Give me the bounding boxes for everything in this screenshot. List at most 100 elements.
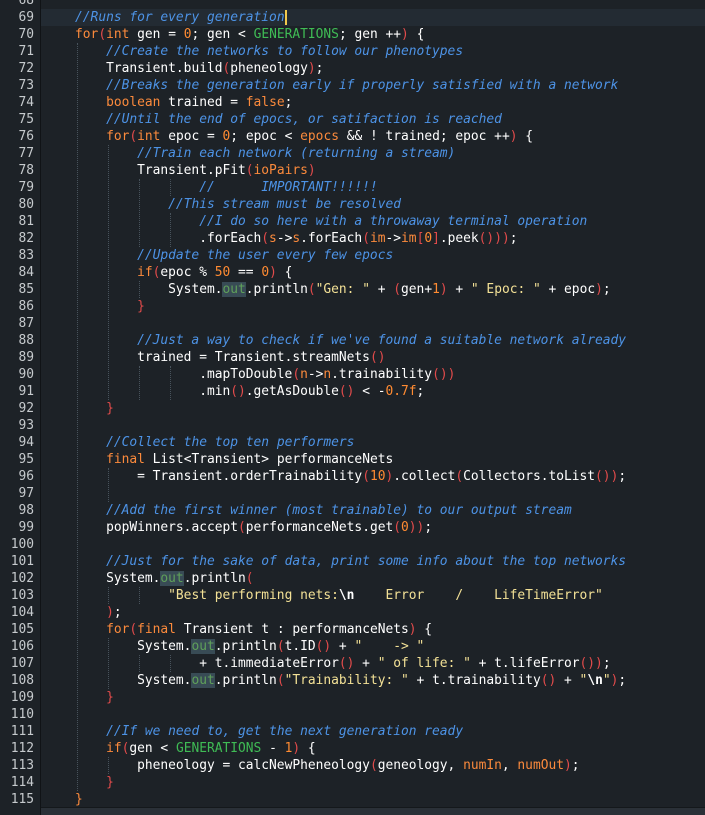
code-line[interactable]: boolean trained = false;	[41, 94, 705, 111]
code-line[interactable]: for(final Transient t : performanceNets)…	[41, 621, 705, 638]
code-token: System.	[137, 673, 192, 688]
code-token: + epoc	[540, 282, 596, 297]
constant-token: GENERATIONS	[175, 741, 262, 756]
code-line[interactable]: //Just for the sake of data, print some …	[41, 553, 705, 570]
code-line[interactable]	[41, 485, 705, 502]
code-token: System.	[106, 571, 161, 586]
bracket-token: (	[307, 282, 316, 297]
code-line[interactable]: .forEach(s->s.forEach(im->im[0].peek()))…	[41, 230, 705, 247]
code-line[interactable]: + t.immediateError() + " of life: " + t.…	[41, 655, 705, 672]
code-line[interactable]: }	[41, 298, 705, 315]
line-number-gutter[interactable]: 68 69 70 71 72 73 74 75 76 77 78 79 80 81 82 83 84 85 86 87…	[0, 0, 41, 815]
code-line[interactable]: for(int epoc = 0; epoc < epocs && ! trai…	[41, 128, 705, 145]
line-number: 84	[18, 265, 34, 280]
field-token: out	[160, 571, 184, 586]
code-line[interactable]: );	[41, 604, 705, 621]
code-line[interactable]	[41, 0, 705, 9]
bracket-token: )	[292, 741, 301, 756]
code-line[interactable]: }	[41, 689, 705, 706]
code-line[interactable]: pheneology = calcNewPheneology(geneology…	[41, 757, 705, 774]
code-line-content: );	[106, 604, 122, 621]
code-token: Collectors.toList	[463, 469, 596, 484]
code-token: t.ID	[284, 639, 316, 654]
bracket-token: )	[595, 282, 603, 297]
code-line-content: //Runs for every generation	[75, 9, 285, 26]
code-line[interactable]	[41, 315, 705, 332]
code-line[interactable]	[41, 417, 705, 434]
code-line[interactable]: //Add the first winner (most trainable) …	[41, 502, 705, 519]
line-number: 81	[18, 214, 34, 229]
code-line[interactable]: // IMPORTANT!!!!!!	[41, 179, 705, 196]
code-line[interactable]: }	[41, 400, 705, 417]
code-line[interactable]: System.out.println("Trainability: " + t.…	[41, 672, 705, 689]
code-line[interactable]	[41, 706, 705, 723]
code-line[interactable]: //Just a way to check if we've found a s…	[41, 332, 705, 349]
code-token: ;	[571, 758, 580, 773]
code-line[interactable]: .mapToDouble(n->n.trainability())	[41, 366, 705, 383]
code-line[interactable]: System.out.println(	[41, 570, 705, 587]
keyword-token: s	[269, 231, 277, 246]
code-line[interactable]: //Until the end of epocs, or satifaction…	[41, 111, 705, 128]
keyword-token: for	[106, 129, 130, 144]
number-token: 0	[424, 231, 433, 246]
code-line[interactable]: //Update the user every few epocs	[41, 247, 705, 264]
bracket-token: )	[307, 61, 316, 76]
line-number: 103	[10, 588, 34, 603]
field-token: out	[191, 673, 215, 688]
code-line[interactable]: if(gen < GENERATIONS - 1) {	[41, 740, 705, 757]
code-line[interactable]	[41, 536, 705, 553]
code-line[interactable]: }	[41, 791, 705, 808]
code-line[interactable]: if(epoc % 50 == 0) {	[41, 264, 705, 281]
bracket-token: (	[362, 469, 370, 484]
code-line[interactable]: //Breaks the generation early if properl…	[41, 77, 705, 94]
code-line[interactable]: System.out.println("Gen: " + (gen+1) + "…	[41, 281, 705, 298]
code-token: ; gen ++	[338, 27, 402, 42]
code-line-content: System.out.println(	[106, 570, 254, 587]
code-line[interactable]: //Train each network (returning a stream…	[41, 145, 705, 162]
code-line[interactable]: Transient.pFit(ioPairs)	[41, 162, 705, 179]
code-line-content: //Train each network (returning a stream…	[137, 145, 455, 162]
code-area[interactable]: //Runs for every generation for(int gen =…	[41, 0, 705, 808]
code-token: Transient.pFit	[137, 163, 246, 178]
code-token: epoc %	[160, 265, 215, 280]
line-number: 80	[18, 197, 34, 212]
code-line[interactable]: //I do so here with a throwaway terminal…	[41, 213, 705, 230]
code-line[interactable]: //Collect the top ten performers	[41, 434, 705, 451]
code-line[interactable]: //This stream must be resolved	[41, 196, 705, 213]
code-line[interactable]: popWinners.accept(performanceNets.get(0)…	[41, 519, 705, 536]
code-line[interactable]: Transient.build(pheneology);	[41, 60, 705, 77]
code-line[interactable]: .min().getAsDouble() < -0.7f;	[41, 383, 705, 400]
code-line[interactable]: }	[41, 774, 705, 791]
bracket-token: (	[393, 520, 402, 535]
code-line[interactable]: for(int gen = 0; gen < GENERATIONS; gen …	[41, 26, 705, 43]
code-line[interactable]: //If we need to, get the next generation…	[41, 723, 705, 740]
code-line-content: // IMPORTANT!!!!!!	[199, 179, 378, 196]
escape-token: \n	[587, 673, 603, 688]
code-line[interactable]: trained = Transient.streamNets()	[41, 349, 705, 366]
code-line-content: }	[106, 400, 114, 417]
line-number: 76	[18, 129, 34, 144]
line-number: 94	[18, 435, 34, 450]
code-line-content: }	[106, 689, 114, 706]
bracket-token: (	[276, 639, 285, 654]
line-number: 89	[18, 350, 34, 365]
comment-token: //I do so here with a throwaway terminal…	[199, 214, 588, 229]
horizontal-scrollbar[interactable]	[41, 807, 705, 815]
code-line[interactable]: = Transient.orderTrainability(10).collec…	[41, 468, 705, 485]
code-token: {	[416, 622, 433, 637]
code-token: trained =	[160, 95, 246, 110]
code-line[interactable]: "Best performing nets:\n Error / LifeTim…	[41, 587, 705, 604]
code-line-content: for(int epoc = 0; epoc < epocs && ! trai…	[106, 128, 533, 145]
line-number: 93	[18, 418, 34, 433]
code-token: ; gen <	[191, 27, 254, 42]
line-number: 115	[10, 792, 34, 807]
code-editor[interactable]: 68 69 70 71 72 73 74 75 76 77 78 79 80 81 82 83 84 85 86 87…	[0, 0, 705, 815]
code-line[interactable]: //Create the networks to follow our phen…	[41, 43, 705, 60]
line-number: 73	[18, 78, 34, 93]
code-line[interactable]: final List<Transient> performanceNets	[41, 451, 705, 468]
bracket-token: )	[269, 265, 277, 280]
code-line[interactable]: System.out.println(t.ID() + " -> "	[41, 638, 705, 655]
keyword-token: im	[401, 231, 417, 246]
code-line[interactable]: //Runs for every generation	[41, 9, 705, 26]
code-token: .println	[245, 282, 308, 297]
